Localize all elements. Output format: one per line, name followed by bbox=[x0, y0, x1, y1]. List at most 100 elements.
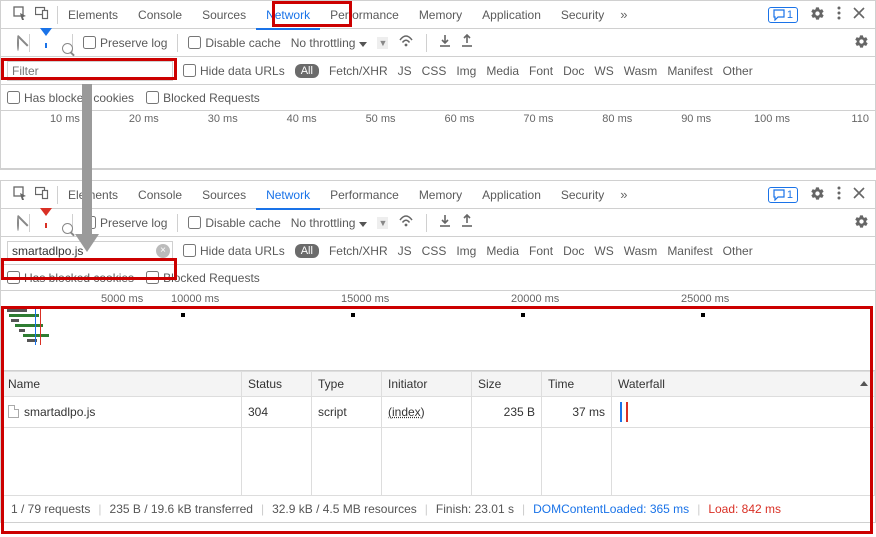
network-conditions-icon[interactable] bbox=[398, 214, 414, 231]
col-status[interactable]: Status bbox=[242, 372, 312, 397]
throttling-select[interactable]: No throttling bbox=[291, 216, 368, 230]
col-size[interactable]: Size bbox=[472, 372, 542, 397]
table-row[interactable]: smartadlpo.js304script(index)235 B37 ms bbox=[2, 397, 875, 428]
network-settings-icon[interactable] bbox=[854, 34, 869, 52]
blocked-requests-checkbox[interactable]: Blocked Requests bbox=[146, 91, 260, 105]
filter-type-all[interactable]: All bbox=[295, 64, 319, 78]
filter-type-wasm[interactable]: Wasm bbox=[624, 244, 658, 258]
filter-type-manifest[interactable]: Manifest bbox=[667, 244, 712, 258]
filter-type-fetch-xhr[interactable]: Fetch/XHR bbox=[329, 64, 388, 78]
tab-network[interactable]: Network bbox=[256, 181, 320, 209]
timeline-overview[interactable]: 5000 ms10000 ms15000 ms20000 ms25000 ms bbox=[1, 291, 875, 371]
filter-toggle-icon[interactable] bbox=[40, 216, 52, 230]
filter-type-font[interactable]: Font bbox=[529, 64, 553, 78]
filter-type-css[interactable]: CSS bbox=[422, 244, 447, 258]
filter-type-img[interactable]: Img bbox=[456, 244, 476, 258]
filter-type-manifest[interactable]: Manifest bbox=[667, 64, 712, 78]
filter-input[interactable] bbox=[7, 241, 173, 261]
tab-memory[interactable]: Memory bbox=[409, 1, 472, 29]
close-icon[interactable] bbox=[853, 187, 865, 202]
inspect-icon[interactable] bbox=[13, 186, 27, 203]
preserve-log-checkbox[interactable]: Preserve log bbox=[83, 36, 167, 50]
tab-sources[interactable]: Sources bbox=[192, 1, 256, 29]
clear-button[interactable] bbox=[17, 216, 19, 230]
tab-sources[interactable]: Sources bbox=[192, 181, 256, 209]
filter-type-all[interactable]: All bbox=[295, 244, 319, 258]
col-type[interactable]: Type bbox=[312, 372, 382, 397]
more-tabs-icon[interactable]: » bbox=[614, 7, 633, 22]
tab-network[interactable]: Network bbox=[256, 1, 320, 29]
import-har-icon[interactable] bbox=[439, 34, 451, 51]
filter-type-doc[interactable]: Doc bbox=[563, 244, 584, 258]
has-blocked-cookies-checkbox[interactable]: Has blocked cookies bbox=[7, 91, 134, 105]
messages-badge[interactable]: 1 bbox=[768, 187, 798, 203]
filter-type-js[interactable]: JS bbox=[398, 64, 412, 78]
has-blocked-cookies-label: Has blocked cookies bbox=[24, 271, 134, 285]
inspect-icon[interactable] bbox=[13, 6, 27, 23]
filter-type-other[interactable]: Other bbox=[723, 64, 753, 78]
import-har-icon[interactable] bbox=[439, 214, 451, 231]
device-toggle-icon[interactable] bbox=[35, 186, 49, 203]
disable-cache-checkbox[interactable]: Disable cache bbox=[188, 216, 280, 230]
export-har-icon[interactable] bbox=[461, 214, 473, 231]
has-blocked-cookies-checkbox[interactable]: Has blocked cookies bbox=[7, 271, 134, 285]
filter-input[interactable] bbox=[7, 61, 173, 81]
tab-console[interactable]: Console bbox=[128, 181, 192, 209]
clear-button[interactable] bbox=[17, 36, 19, 50]
more-tabs-icon[interactable]: » bbox=[614, 187, 633, 202]
filter-type-font[interactable]: Font bbox=[529, 244, 553, 258]
filter-type-img[interactable]: Img bbox=[456, 64, 476, 78]
filter-type-wasm[interactable]: Wasm bbox=[624, 64, 658, 78]
tab-application[interactable]: Application bbox=[472, 1, 551, 29]
tab-elements[interactable]: Elements bbox=[58, 1, 128, 29]
filter-type-css[interactable]: CSS bbox=[422, 64, 447, 78]
filter-type-other[interactable]: Other bbox=[723, 244, 753, 258]
filter-toggle-icon[interactable] bbox=[40, 36, 52, 50]
filter-type-js[interactable]: JS bbox=[398, 244, 412, 258]
tab-memory[interactable]: Memory bbox=[409, 181, 472, 209]
filter-type-ws[interactable]: WS bbox=[594, 64, 613, 78]
hide-data-urls-checkbox[interactable]: Hide data URLs bbox=[183, 244, 285, 258]
tab-application[interactable]: Application bbox=[472, 181, 551, 209]
throttling-select[interactable]: No throttling bbox=[291, 36, 368, 50]
device-toggle-icon[interactable] bbox=[35, 6, 49, 23]
chevron-down-icon[interactable]: ▼ bbox=[377, 217, 388, 229]
tab-elements[interactable]: Elements bbox=[58, 181, 128, 209]
kebab-menu-icon[interactable] bbox=[837, 6, 841, 23]
col-name[interactable]: Name bbox=[2, 372, 242, 397]
timeline-tick: 25000 ms bbox=[681, 293, 851, 305]
blocked-requests-checkbox[interactable]: Blocked Requests bbox=[146, 271, 260, 285]
network-settings-icon[interactable] bbox=[854, 214, 869, 232]
export-har-icon[interactable] bbox=[461, 34, 473, 51]
col-initiator[interactable]: Initiator bbox=[382, 372, 472, 397]
filter-type-media[interactable]: Media bbox=[486, 64, 519, 78]
timeline-tick: 20000 ms bbox=[511, 293, 681, 305]
network-conditions-icon[interactable] bbox=[398, 34, 414, 51]
gear-icon[interactable] bbox=[810, 6, 825, 24]
hide-data-urls-checkbox[interactable]: Hide data URLs bbox=[183, 64, 285, 78]
tab-console[interactable]: Console bbox=[128, 1, 192, 29]
filter-type-fetch-xhr[interactable]: Fetch/XHR bbox=[329, 244, 388, 258]
timeline-tick: 50 ms bbox=[317, 113, 396, 125]
filter-type-ws[interactable]: WS bbox=[594, 244, 613, 258]
tab-performance[interactable]: Performance bbox=[320, 181, 409, 209]
chevron-down-icon[interactable]: ▼ bbox=[377, 37, 388, 49]
filter-type-media[interactable]: Media bbox=[486, 244, 519, 258]
tab-security[interactable]: Security bbox=[551, 181, 614, 209]
tab-performance[interactable]: Performance bbox=[320, 1, 409, 29]
timeline-overview[interactable]: 10 ms20 ms30 ms40 ms50 ms60 ms70 ms80 ms… bbox=[1, 111, 875, 169]
initiator-link[interactable]: (index) bbox=[388, 405, 425, 419]
filter-type-doc[interactable]: Doc bbox=[563, 64, 584, 78]
timeline-tick: 60 ms bbox=[396, 113, 475, 125]
preserve-log-checkbox[interactable]: Preserve log bbox=[83, 216, 167, 230]
tab-security[interactable]: Security bbox=[551, 1, 614, 29]
messages-count: 1 bbox=[787, 9, 793, 21]
clear-filter-icon[interactable]: × bbox=[156, 244, 170, 258]
kebab-menu-icon[interactable] bbox=[837, 186, 841, 203]
messages-badge[interactable]: 1 bbox=[768, 7, 798, 23]
col-time[interactable]: Time bbox=[542, 372, 612, 397]
gear-icon[interactable] bbox=[810, 186, 825, 204]
col-waterfall[interactable]: Waterfall bbox=[612, 372, 875, 397]
disable-cache-checkbox[interactable]: Disable cache bbox=[188, 36, 280, 50]
close-icon[interactable] bbox=[853, 7, 865, 22]
